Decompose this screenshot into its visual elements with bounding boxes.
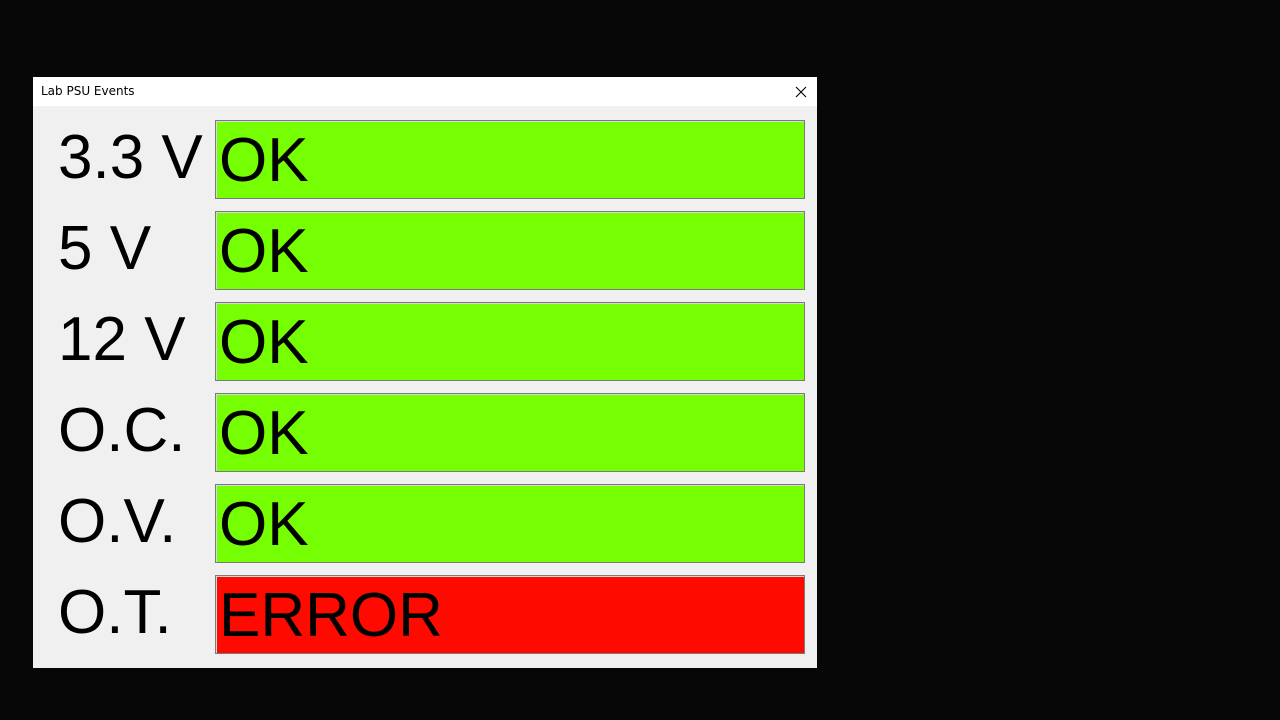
row-label: 3.3 V xyxy=(58,123,203,192)
status-row-5v: 5 V OK xyxy=(33,209,817,290)
status-indicator: OK xyxy=(215,484,805,563)
status-row-3v3: 3.3 V OK xyxy=(33,118,817,199)
status-row-over-current: O.C. OK xyxy=(33,391,817,472)
status-text: OK xyxy=(219,217,309,286)
close-icon xyxy=(795,86,807,97)
status-indicator: OK xyxy=(215,393,805,472)
status-row-over-voltage: O.V. OK xyxy=(33,482,817,563)
status-text: OK xyxy=(219,490,309,559)
status-text: ERROR xyxy=(219,581,443,650)
row-label: O.C. xyxy=(58,396,186,465)
status-indicator: ERROR xyxy=(215,575,805,654)
status-row-12v: 12 V OK xyxy=(33,300,817,381)
row-label: 5 V xyxy=(58,214,152,283)
status-indicator: OK xyxy=(215,302,805,381)
row-label: 12 V xyxy=(58,305,186,374)
desktop-background: Lab PSU Events 3.3 V OK 5 V OK 12 V OK O… xyxy=(0,0,1280,720)
status-row-over-temperature: O.T. ERROR xyxy=(33,573,817,654)
status-text: OK xyxy=(219,308,309,377)
status-indicator: OK xyxy=(215,211,805,290)
close-button[interactable] xyxy=(785,77,817,106)
status-text: OK xyxy=(219,126,309,195)
window-title: Lab PSU Events xyxy=(41,84,135,98)
app-window: Lab PSU Events 3.3 V OK 5 V OK 12 V OK O… xyxy=(33,77,817,668)
title-bar[interactable]: Lab PSU Events xyxy=(33,77,817,106)
status-text: OK xyxy=(219,399,309,468)
row-label: O.V. xyxy=(58,487,177,556)
status-indicator: OK xyxy=(215,120,805,199)
row-label: O.T. xyxy=(58,578,172,647)
